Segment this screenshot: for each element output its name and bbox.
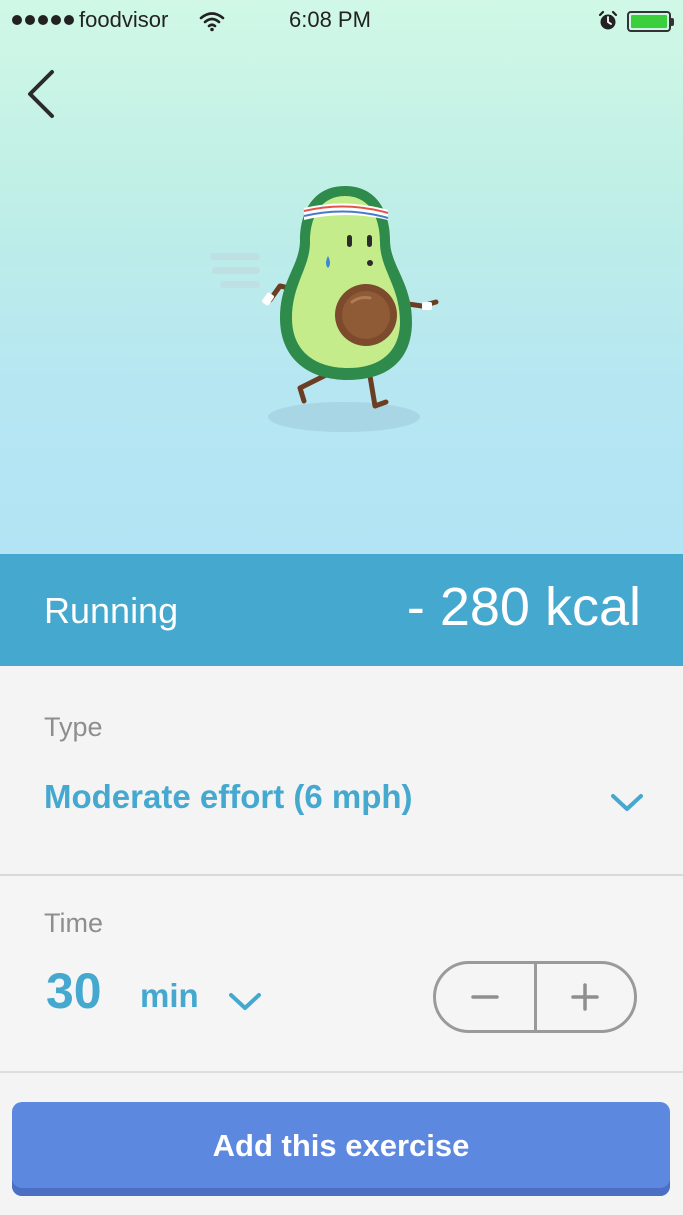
increment-button[interactable] xyxy=(537,964,635,1030)
chevron-left-icon xyxy=(28,70,54,118)
time-unit: min xyxy=(140,977,199,1014)
exercise-summary-band: Running - 280 kcal xyxy=(0,554,683,666)
status-bar: foodvisor 6:08 PM xyxy=(0,0,683,42)
alarm-icon xyxy=(598,10,618,38)
battery-fill xyxy=(631,15,667,28)
time-label: Time xyxy=(44,908,103,938)
minus-icon xyxy=(471,995,499,999)
hero-area: foodvisor 6:08 PM xyxy=(0,0,683,554)
running-avocado-mascot xyxy=(210,186,439,432)
time-value[interactable]: 30 xyxy=(46,962,102,1020)
chevron-down-icon xyxy=(611,794,643,811)
type-dropdown[interactable]: Moderate effort (6 mph) xyxy=(44,778,644,824)
add-exercise-button[interactable]: Add this exercise xyxy=(12,1102,670,1196)
exercise-name: Running xyxy=(44,590,179,631)
status-time: 6:08 PM xyxy=(289,7,371,32)
signal-dots-icon xyxy=(12,15,74,25)
time-stepper xyxy=(433,961,637,1033)
exercise-calories: - 280 kcal xyxy=(406,577,641,637)
time-section: Time 30 min xyxy=(0,877,683,1073)
plus-icon xyxy=(571,983,599,1011)
carrier-name: foodvisor xyxy=(79,7,169,32)
back-button[interactable] xyxy=(18,66,62,122)
decrement-button[interactable] xyxy=(436,964,534,1030)
battery-icon xyxy=(627,11,674,32)
type-label: Type xyxy=(44,712,103,742)
time-unit-dropdown[interactable]: min xyxy=(140,977,264,1021)
type-value: Moderate effort (6 mph) xyxy=(44,778,413,815)
type-section: Type Moderate effort (6 mph) xyxy=(0,666,683,876)
chevron-down-icon xyxy=(229,993,261,1010)
wifi-icon xyxy=(199,10,225,38)
